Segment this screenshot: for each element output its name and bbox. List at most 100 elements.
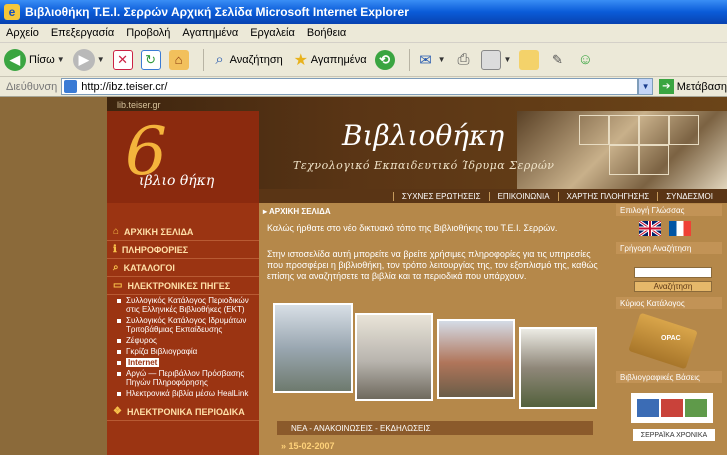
edit-button[interactable]: ▼ <box>481 49 511 70</box>
search-button[interactable]: ⌕ Αναζήτηση <box>210 50 283 70</box>
stop-button[interactable]: ✕ <box>112 49 133 70</box>
favorites-button[interactable]: ★ Αγαπημένα <box>291 50 367 70</box>
building-photo <box>273 303 353 393</box>
nav-faq[interactable]: ΣΥΧΝΕΣ ΕΡΩΤΗΣΕΙΣ <box>392 191 489 201</box>
history-icon: ⟲ <box>374 49 395 70</box>
nav-subitem-label: Internet <box>126 358 160 367</box>
menu-favorites[interactable]: Αγαπημένα <box>176 27 244 39</box>
nav-subitem[interactable]: Συλλογικός Κατάλογος Ιδρυμάτων Τριτοβάθμ… <box>107 315 259 335</box>
nav-electronic-sources[interactable]: ▭ ΗΛΕΚΤΡΟΝΙΚΕΣ ΠΗΓΕΣ <box>107 277 259 295</box>
nav-subitem-label: Συλλογικός Κατάλογος Ιδρυμάτων Τριτοβάθμ… <box>126 316 247 334</box>
top-navigation: ΣΥΧΝΕΣ ΕΡΩΤΗΣΕΙΣ ΕΠΙΚΟΙΝΩΝΙΑ ΧΑΡΤΗΣ ΠΛΟΗ… <box>259 189 727 203</box>
right-sidebar: Επιλογή Γλώσσας Γρήγορη Αναζήτηση Αναζήτ… <box>611 203 727 455</box>
nav-subitem-label: Αργώ — Περιβάλλον Πρόσβασης Πηγών Πληροφ… <box>126 369 245 387</box>
logo-word: ιβλιο θήκη <box>139 173 215 189</box>
toolbar-divider <box>408 48 410 71</box>
bibliographic-header: Βιβλιογραφικές Βάσεις <box>616 371 722 383</box>
intro-text: Στην ιστοσελίδα αυτή μπορείτε να βρείτε … <box>267 249 598 281</box>
mail-dropdown-icon[interactable]: ▼ <box>438 55 446 64</box>
uk-flag-icon[interactable] <box>638 219 662 238</box>
bullet-icon <box>117 319 121 323</box>
forward-dropdown-icon[interactable]: ▼ <box>97 55 105 64</box>
fr-flag-icon[interactable] <box>669 221 691 236</box>
edit-icon <box>481 49 502 70</box>
nav-contact[interactable]: ΕΠΙΚΟΙΝΩΝΙΑ <box>488 191 558 201</box>
discuss-button[interactable] <box>519 49 540 70</box>
journal-icon: ❖ <box>113 406 122 417</box>
site-subtitle: Τεχνολογικό Εκπαιδευτικό Ίδρυμα Σερρών <box>293 159 555 172</box>
nav-home[interactable]: ⌂ ΑΡΧΙΚΗ ΣΕΛΙΔΑ <box>107 223 259 241</box>
search-icon: ⌕ <box>113 262 119 273</box>
breadcrumb: ▸ ΑΡΧΙΚΗ ΣΕΛΙΔΑ <box>263 207 331 216</box>
monitor-icon: ▭ <box>113 280 123 291</box>
address-input[interactable]: http://ibz.teiser.cr/ <box>61 78 639 95</box>
home-button[interactable]: ⌂ <box>168 49 189 70</box>
nav-periodicals[interactable]: ❖ ΗΛΕΚΤΡΟΝΙΚΑ ΠΕΡΙΟΔΙΚΑ <box>107 403 259 421</box>
toolbar: ◀ Πίσω ▼ ▶ ▼ ✕ ↻ ⌂ ⌕ Αναζήτηση ★ Αγαπημέ… <box>0 43 727 77</box>
mail-icon: ✉ <box>419 51 432 69</box>
nav-electronic-sources-label: ΗΛΕΚΤΡΟΝΙΚΕΣ ΠΗΓΕΣ <box>127 280 231 291</box>
star-icon: ★ <box>293 51 308 69</box>
nav-subitem[interactable]: Ηλεκτρονικά βιβλία μέσω HealLink <box>107 388 259 399</box>
library-site: lib.teiser.gr Βιβλιοθήκη Τεχνολογικό Εκπ… <box>107 97 727 455</box>
menu-edit[interactable]: Επεξεργασία <box>45 27 120 39</box>
photo-grid-cell <box>669 115 699 145</box>
main-content: ▸ ΑΡΧΙΚΗ ΣΕΛΙΔΑ Καλώς ήρθατε στο νέο δικ… <box>259 203 611 455</box>
toolbar-divider <box>202 48 204 71</box>
menu-tools[interactable]: Εργαλεία <box>244 27 301 39</box>
research-button[interactable]: ✎ <box>547 50 567 70</box>
uk-flag-graphic <box>638 219 662 238</box>
history-button[interactable]: ⟲ <box>374 49 395 70</box>
bullet-icon <box>117 339 121 343</box>
nav-subitem[interactable]: Γκρίζα Βιβλιογραφία <box>107 346 259 357</box>
stop-icon: ✕ <box>112 49 133 70</box>
window-titlebar: e Βιβλιοθήκη Τ.Ε.Ι. Σερρών Αρχική Σελίδα… <box>0 0 727 24</box>
photo-grid-cell <box>609 145 639 175</box>
nav-info[interactable]: ℹ ΠΛΗΡΟΦΟΡΙΕΣ <box>107 241 259 259</box>
nav-subitem[interactable]: Αργώ — Περιβάλλον Πρόσβασης Πηγών Πληροφ… <box>107 368 259 388</box>
back-dropdown-icon[interactable]: ▼ <box>57 55 65 64</box>
nav-sitemap[interactable]: ΧΑΡΤΗΣ ΠΛΟΗΓΗΣΗΣ <box>557 191 658 201</box>
photo-grid-cell <box>609 115 639 145</box>
go-button[interactable]: ➔ Μετάβαση <box>658 79 727 94</box>
site-title: Βιβλιοθήκη <box>342 119 505 152</box>
favorites-label: Αγαπημένα <box>310 53 367 66</box>
address-dropdown-icon[interactable]: ▼ <box>638 78 653 95</box>
photo-grid-cell <box>639 145 669 175</box>
nav-subitem[interactable]: Συλλογικός Κατάλογος Περιοδικών στις Ελλ… <box>107 295 259 315</box>
welcome-text: Καλώς ήρθατε στο νέο δικτυακό τόπο της Β… <box>267 223 558 233</box>
building-photo <box>355 313 433 401</box>
serraika-graphic <box>631 393 713 423</box>
search-label: Αναζήτηση <box>229 53 283 66</box>
nav-subitem-active[interactable]: Internet <box>107 357 259 368</box>
serraika-image[interactable] <box>631 393 713 423</box>
nav-subitem[interactable]: Ζέφυρος <box>107 335 259 346</box>
page-viewport: lib.teiser.gr Βιβλιοθήκη Τεχνολογικό Εκπ… <box>0 97 727 455</box>
home-icon: ⌂ <box>113 226 120 237</box>
menu-help[interactable]: Βοήθεια <box>301 27 352 39</box>
print-button[interactable]: ⎙ <box>453 50 473 70</box>
back-button[interactable]: ◀ Πίσω ▼ <box>4 48 65 71</box>
edit-dropdown-icon[interactable]: ▼ <box>503 55 511 64</box>
news-date[interactable]: » 15-02-2007 <box>281 441 335 451</box>
quick-search-button[interactable]: Αναζήτηση <box>634 281 712 292</box>
forward-button[interactable]: ▶ ▼ <box>72 48 105 71</box>
nav-catalogs[interactable]: ⌕ ΚΑΤΑΛΟΓΟΙ <box>107 259 259 277</box>
menu-file[interactable]: Αρχείο <box>0 27 45 39</box>
nav-links[interactable]: ΣΥΝΔΕΣΜΟΙ <box>657 191 721 201</box>
serraika-label[interactable]: ΣΕΡΡΑΪΚΑ ΧΡΟΝΙΚΑ <box>633 429 715 441</box>
photo-grid-cell <box>579 115 609 145</box>
messenger-icon: ☺ <box>577 51 594 68</box>
mail-button[interactable]: ✉ ▼ <box>416 50 446 70</box>
back-label: Πίσω <box>29 53 55 66</box>
nav-periodicals-label: ΗΛΕΚΤΡΟΝΙΚΑ ΠΕΡΙΟΔΙΚΑ <box>126 406 245 417</box>
menu-view[interactable]: Προβολή <box>120 27 176 39</box>
site-logo[interactable]: 6 ιβλιο θήκη <box>107 111 259 211</box>
messenger-button[interactable]: ☺ <box>575 50 595 70</box>
header-photo <box>517 111 727 189</box>
refresh-button[interactable]: ↻ <box>140 49 161 70</box>
address-label: Διεύθυνση <box>6 80 58 93</box>
quick-search-input[interactable] <box>634 267 712 278</box>
bullet-icon <box>117 299 121 303</box>
left-navigation: ⌂ ΑΡΧΙΚΗ ΣΕΛΙΔΑ ℹ ΠΛΗΡΟΦΟΡΙΕΣ ⌕ ΚΑΤΑΛΟΓΟ… <box>107 203 259 455</box>
